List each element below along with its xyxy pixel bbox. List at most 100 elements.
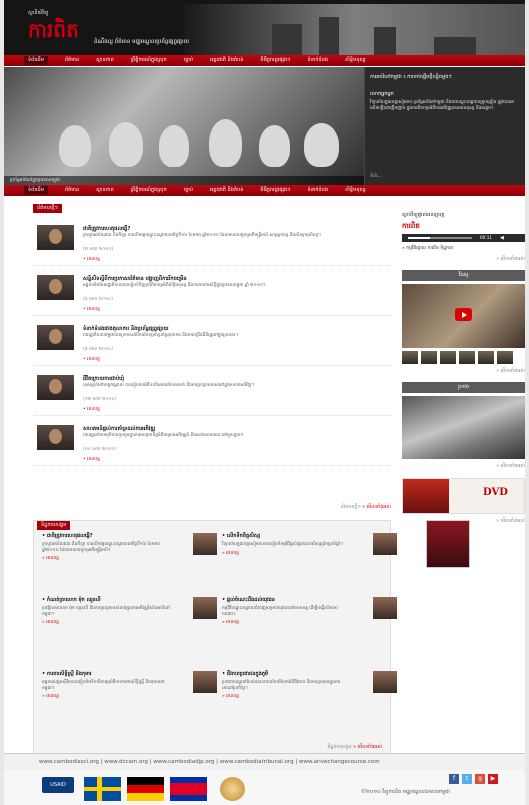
news-thumbnail[interactable] (37, 425, 74, 450)
news-title[interactable]: ជីវិត​ក្រោយ​ការ​ជាប់​ឃុំ (83, 375, 124, 383)
news-thumbnail[interactable] (37, 375, 74, 400)
top-nav: ទំព័រដើម ព័ត៌មាន ស្ថានភាព ព្រឹត្តិការណ៍ក… (4, 55, 525, 66)
cambodia-flag-icon[interactable] (170, 777, 207, 801)
social-summary: ប្រជាពលរដ្ឋ​នៅ​តំបន់​ជនបទ​បាន​ចែករំលែក​អ… (222, 680, 341, 691)
video-player[interactable] (402, 284, 525, 348)
secondary-nav-home[interactable]: ទំព័រដើម (24, 186, 48, 195)
social-title[interactable]: • ជីវភាពប្រជាជនក្នុងភូមិ (222, 671, 397, 678)
youtube-icon[interactable]: ▶ (488, 774, 498, 784)
video-thumbnail[interactable] (421, 351, 437, 364)
social-links: f t g ▶ (449, 774, 498, 784)
social-read-more[interactable]: » អានបន្ត (42, 694, 217, 700)
news-date: (២ មករា ២០១០) (83, 247, 114, 252)
secondary-nav-events[interactable]: ពិធីប្រារព្ធផ្សេងៗ (260, 187, 290, 194)
social-thumbnail[interactable] (373, 533, 397, 555)
social-title[interactable]: • ការពារសិទ្ធិស្ត្រី និងកុមារ (42, 671, 217, 678)
news-title[interactable]: សន្និសីទ​ស្ដីពីការប្រកាសព័ត៌មាន បង្ហាញពី… (83, 275, 187, 283)
social-read-more[interactable]: » អានបន្ត (42, 556, 217, 562)
news-thumbnail[interactable] (37, 325, 74, 350)
social-title[interactable]: • លើកទឹកចិត្តសិស្ស (222, 533, 397, 540)
secondary-nav-rights[interactable]: សិទ្ធិមនុស្ស (345, 187, 366, 194)
radio-program-link[interactable]: » កម្មវិធីផ្សាយ​ ការពិត ទិដ្ឋភាព (402, 246, 525, 252)
news-date: (៦ មករា ២០១០) (83, 297, 113, 302)
nav-international[interactable]: អន្តរជាតិ និងតំបន់ (210, 57, 243, 64)
news-summary: អង្គការ​មិនមែន​រដ្ឋាភិបាល​បាន​រៀបចំ​កិច្… (83, 283, 266, 288)
social-summary: ប្រវត្តិ​របស់​លោក ម៉ុក ឈួនលី និង​ការ​ចូល… (42, 606, 170, 617)
social-read-more[interactable]: » អានបន្ត (222, 620, 397, 626)
social-section-label: ទិដ្ឋភាពសង្គម (37, 521, 71, 530)
sweden-flag-icon[interactable] (84, 777, 121, 801)
seal-icon[interactable] (220, 777, 245, 801)
social-read-more[interactable]: » អានបន្ត (222, 551, 397, 557)
video-thumbnail[interactable] (497, 351, 513, 364)
nav-news[interactable]: ព័ត៌មាន (65, 57, 79, 64)
read-more-link[interactable]: • អានបន្ត (83, 457, 100, 463)
nav-home[interactable]: ទំព័រដើម (24, 56, 48, 65)
social-title[interactable]: • ផ្តល់​ចំណេះដឹង​ដល់​យុវជន (222, 597, 397, 604)
nav-status[interactable]: ស្ថានភាព (96, 57, 113, 64)
nav-local[interactable]: ព្រឹត្តិការណ៍ក្នុងស្រុក (131, 57, 167, 64)
video-thumbnail[interactable] (478, 351, 494, 364)
secondary-nav-news[interactable]: ព័ត៌មាន (65, 187, 79, 194)
photo-gallery-image[interactable] (402, 396, 525, 459)
read-more-link[interactable]: • អានបន្ត (83, 407, 100, 413)
video-thumbnail[interactable] (402, 351, 418, 364)
dvd-promo[interactable]: DVD (402, 478, 525, 514)
social-title[interactable]: • កំណត់ត្រាលោក ម៉ុក ឈួនលី (42, 597, 217, 604)
video-thumbnail[interactable] (440, 351, 456, 364)
social-more: ទិដ្ឋភាពសង្គម » មើលទាំងអស់ (327, 744, 382, 751)
read-more-link[interactable]: • អានបន្ត (83, 307, 100, 313)
news-view-all-link[interactable]: » មើលទាំងអស់ (362, 505, 391, 510)
google-plus-icon[interactable]: g (475, 774, 485, 784)
usaid-logo[interactable]: USAID (42, 777, 74, 793)
social-thumbnail[interactable] (193, 597, 217, 619)
banner-title[interactable]: ការអប់រំនៅកម្ពុជា ៖ ការចាប់ផ្តើមថ្មីបន្ត… (370, 74, 520, 81)
facebook-icon[interactable]: f (449, 774, 459, 784)
secondary-nav-international[interactable]: អន្តរជាតិ និងតំបន់ (210, 187, 243, 194)
radio-progress[interactable] (408, 237, 472, 239)
news-thumbnail[interactable] (37, 225, 74, 250)
radio-player[interactable]: 00:11 ◀ (402, 234, 525, 242)
secondary-nav-contact[interactable]: ទំនាក់ទំនង (307, 187, 328, 194)
secondary-nav-status[interactable]: ស្ថានភាព (96, 187, 113, 194)
news-title[interactable]: ទំនាក់ទំនង​រវាង​តុលាការ និង​ប្រព័ន្ធ​ផ្ស… (83, 325, 168, 333)
social-thumbnail[interactable] (193, 533, 217, 555)
photo-more-link[interactable]: » មើលទាំងអស់ (402, 463, 525, 470)
twitter-icon[interactable]: t (462, 774, 472, 784)
video-thumbnail[interactable] (459, 351, 475, 364)
social-read-more[interactable]: » អានបន្ត (42, 620, 217, 626)
video-more-link[interactable]: » មើលទាំងអស់ (402, 368, 525, 375)
social-thumbnail[interactable] (373, 671, 397, 693)
publication-cover[interactable] (426, 520, 470, 568)
secondary-nav-local[interactable]: ព្រឹត្តិការណ៍ក្នុងស្រុក (131, 187, 167, 194)
copyright-text: ©២០១០ វិទ្យុការពិត មជ្ឈមណ្ឌលឯកសារកម្ពុជា (361, 789, 451, 795)
germany-flag-icon[interactable] (127, 777, 164, 801)
video-header: វីដេអូ (402, 270, 525, 281)
social-thumbnail[interactable] (373, 597, 397, 619)
social-read-more[interactable]: » អានបន្ត (222, 694, 397, 700)
secondary-nav-law[interactable]: ច្បាប់ (184, 187, 193, 194)
nav-contact[interactable]: ទំនាក់ទំនង (307, 57, 328, 64)
social-title[interactable]: • ជាតិត្រូវការហេតុផលធ្វើ? (42, 533, 217, 540)
nav-events[interactable]: ពិធីប្រារព្ធផ្សេងៗ (260, 57, 290, 64)
read-more-link[interactable]: • អានបន្ត (83, 357, 100, 363)
radio-logo[interactable]: ការពិត (402, 221, 525, 232)
play-icon[interactable] (455, 308, 472, 321)
classroom-photo[interactable]: ប្រព័ន្ធអប់រំនៅក្នុងប្រទេសកម្ពុជា (4, 67, 364, 185)
footer-links[interactable]: www.cambodiasci.org | www.dccam.org | ww… (4, 753, 525, 770)
banner-next-link[interactable]: » (514, 175, 517, 180)
social-view-all-link[interactable]: » មើលទាំងអស់ (353, 745, 382, 750)
volume-icon[interactable]: ◀ (500, 235, 504, 241)
read-more-link[interactable]: • អានបន្ត (83, 257, 100, 263)
site-logo[interactable]: ការពិត (28, 17, 79, 47)
news-thumbnail[interactable] (37, 275, 74, 300)
news-title[interactable]: ជាតិត្រូវការហេតុផលធ្វើ? (83, 225, 130, 233)
news-title[interactable]: សហគមន៍​ផ្តល់​ការ​គាំទ្រ​ដល់​ការ​អភិវឌ្ឍ (83, 425, 155, 433)
radio-title: ស្ដាប់​វិទ្យុ​ផ្ទាល់​អនឡាញ (402, 212, 445, 218)
featured-banner: ប្រព័ន្ធអប់រំនៅក្នុងប្រទេសកម្ពុជា ការអប់… (4, 67, 525, 185)
nav-law[interactable]: ច្បាប់ (184, 57, 193, 64)
nav-rights[interactable]: សិទ្ធិមនុស្ស (345, 57, 366, 64)
radio-more-link[interactable]: » មើលទាំងអស់ (402, 256, 525, 263)
angkor-skyline-image (184, 4, 525, 55)
social-thumbnail[interactable] (193, 671, 217, 693)
